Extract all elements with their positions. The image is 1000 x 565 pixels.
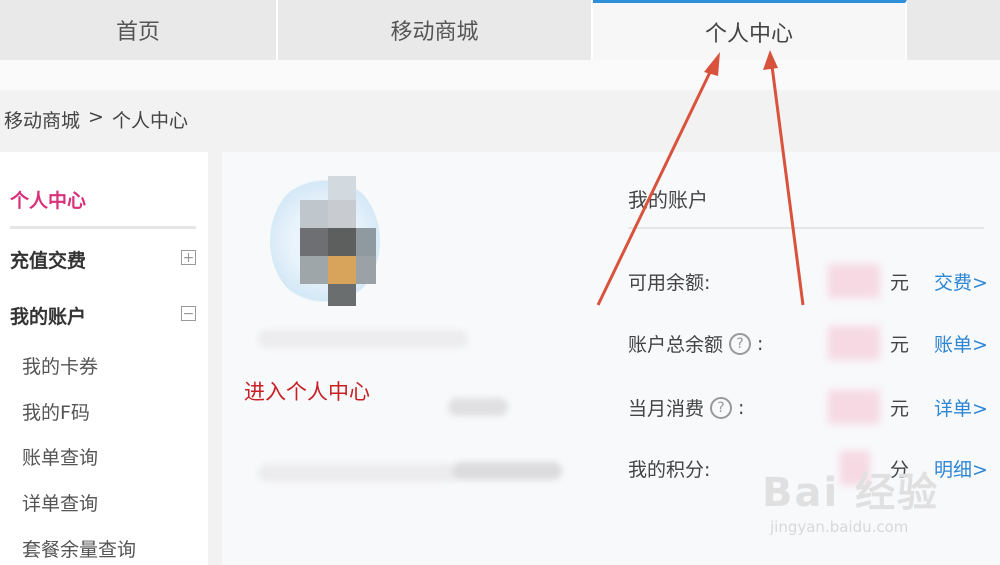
account-row-monthly-spend: 当月消费 ? : 元 详单> <box>628 390 988 424</box>
tab-mobile-mall[interactable]: 移动商城 <box>278 0 593 60</box>
account-label: 可用余额: <box>628 272 711 294</box>
sidebar-item-package-balance[interactable]: 套餐余量查询 <box>22 535 136 562</box>
top-tab-bar: 首页 移动商城 个人中心 <box>0 0 1000 60</box>
baidu-watermark-logo: Bai 经验 <box>762 470 940 516</box>
masked-amount <box>828 326 880 360</box>
masked-user-level <box>452 462 562 480</box>
account-divider <box>628 227 984 229</box>
sidebar-group-my-account[interactable]: 我的账户 <box>10 302 86 329</box>
breadcrumb-separator: > <box>88 106 104 128</box>
account-label-colon: : <box>757 332 764 355</box>
sidebar-item-bill-query[interactable]: 账单查询 <box>22 443 98 470</box>
bill-link[interactable]: 账单> <box>934 330 988 357</box>
plus-box-icon[interactable]: + <box>181 250 196 265</box>
annotation-label: 进入个人中心 <box>244 380 370 404</box>
sidebar-divider <box>10 226 196 229</box>
account-label: 账户总余额 <box>628 334 724 356</box>
account-label: 当月消费 <box>628 398 705 420</box>
sidebar-item-my-coupons[interactable]: 我的卡券 <box>22 352 98 379</box>
account-unit: 元 <box>890 272 910 294</box>
header-spacer <box>0 60 1000 90</box>
avatar <box>270 176 380 306</box>
account-label: 我的积分: <box>628 459 711 481</box>
account-unit: 元 <box>890 334 910 356</box>
masked-user-name <box>258 330 468 348</box>
minus-box-icon[interactable]: − <box>181 306 196 321</box>
recharge-link[interactable]: 交费> <box>934 268 988 295</box>
baidu-watermark-url: jingyan.baidu.com <box>770 518 909 536</box>
account-row-total-balance: 账户总余额 ? : 元 账单> <box>628 326 988 360</box>
masked-amount <box>828 390 880 424</box>
sidebar-item-my-f-code[interactable]: 我的F码 <box>22 398 90 425</box>
question-circle-icon[interactable]: ? <box>729 332 752 355</box>
masked-amount <box>828 264 880 298</box>
points-detail-link[interactable]: 明细> <box>934 455 988 482</box>
tab-more[interactable] <box>907 0 1000 60</box>
account-label-colon: : <box>738 396 745 419</box>
tab-home[interactable]: 首页 <box>0 0 278 60</box>
account-title: 我的账户 <box>628 188 708 212</box>
account-row-available-balance: 可用余额: 元 交费> <box>628 264 988 298</box>
sidebar-group-recharge[interactable]: 充值交费 <box>10 246 86 273</box>
sidebar-item-detail-query[interactable]: 详单查询 <box>22 489 98 516</box>
details-link[interactable]: 详单> <box>934 394 988 421</box>
breadcrumb-parent-link[interactable]: 移动商城 <box>4 106 80 133</box>
tab-personal-center[interactable]: 个人中心 <box>593 0 907 60</box>
account-unit: 元 <box>890 398 910 420</box>
breadcrumb: 移动商城 > 个人中心 <box>4 106 188 133</box>
sidebar-item-personal-center[interactable]: 个人中心 <box>10 186 86 213</box>
sidebar: 个人中心 充值交费 + 我的账户 − 我的卡券 我的F码 账单查询 详单查询 套… <box>0 152 208 565</box>
question-circle-icon[interactable]: ? <box>710 396 733 419</box>
breadcrumb-current: 个人中心 <box>111 110 188 132</box>
masked-user-info <box>448 398 508 416</box>
masked-user-phone <box>258 464 458 482</box>
